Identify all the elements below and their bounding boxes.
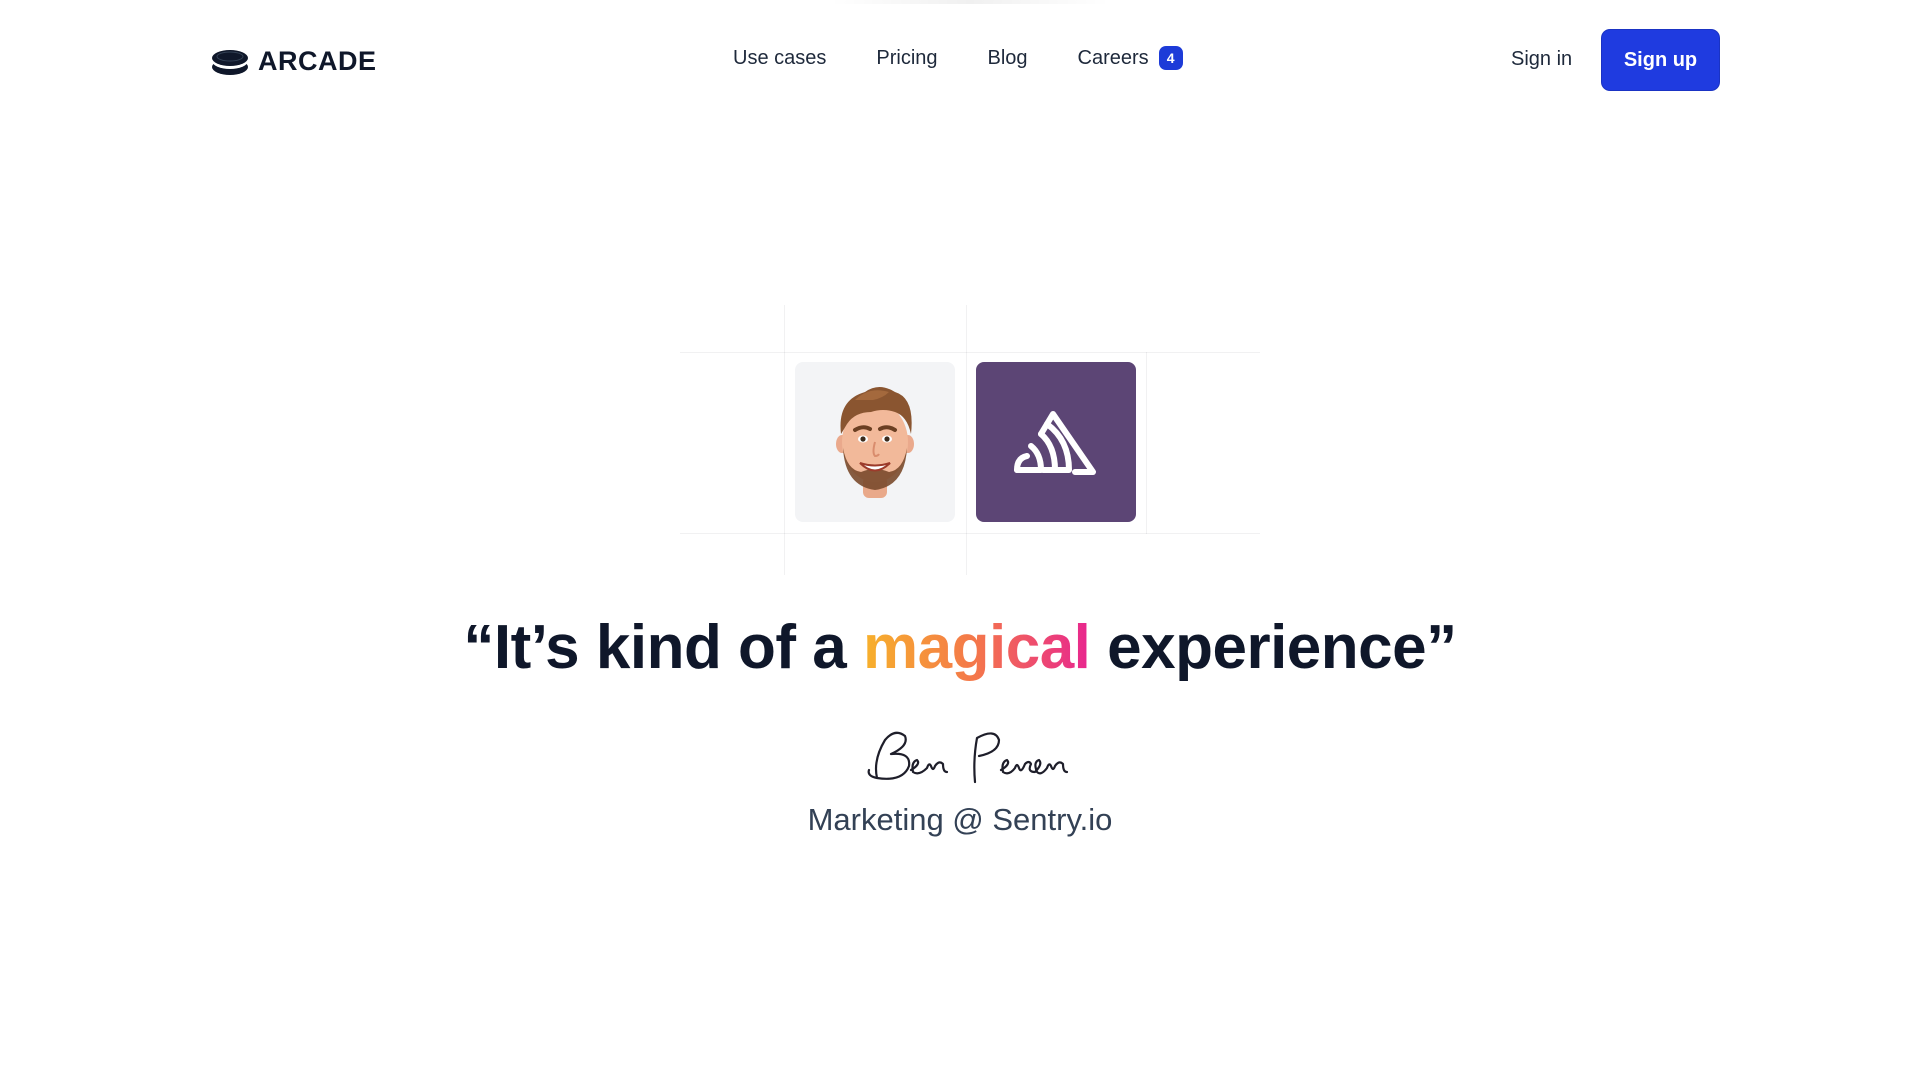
arcade-logo-icon — [212, 50, 248, 75]
testimonial-role: Marketing @ Sentry.io — [807, 802, 1113, 837]
sign-in-link[interactable]: Sign in — [1511, 48, 1572, 71]
site-header: ARCADE Use cases Pricing Blog Careers 4 … — [0, 0, 1920, 120]
quote-highlight: magical — [863, 613, 1091, 682]
company-logo-tile — [976, 362, 1136, 522]
quote-text-start: “It’s kind of a — [463, 613, 863, 682]
nav-blog[interactable]: Blog — [988, 47, 1028, 70]
avatar — [795, 362, 955, 522]
nav-pricing[interactable]: Pricing — [876, 47, 937, 70]
quote-text-end: experience” — [1090, 613, 1457, 682]
sign-up-button[interactable]: Sign up — [1602, 30, 1719, 90]
brand-logo[interactable]: ARCADE — [210, 44, 377, 78]
nav-careers[interactable]: Careers 4 — [1078, 46, 1183, 70]
nav-careers-label: Careers — [1077, 46, 1149, 69]
sentry-logo-icon — [1014, 411, 1096, 475]
brand-name: ARCADE — [258, 45, 377, 76]
signature-image — [867, 731, 1069, 784]
testimonial-quote: “It’s kind of a magical experience” — [0, 612, 1920, 683]
main-nav: Use cases Pricing Blog Careers 4 — [733, 46, 1183, 70]
nav-use-cases[interactable]: Use cases — [733, 47, 826, 70]
memoji-avatar-icon — [836, 387, 914, 498]
grid-line — [680, 533, 1260, 534]
grid-line — [1146, 352, 1147, 534]
grid-line — [966, 305, 967, 575]
grid-line — [784, 305, 785, 575]
careers-count-badge: 4 — [1158, 46, 1183, 70]
grid-line — [680, 352, 1260, 353]
